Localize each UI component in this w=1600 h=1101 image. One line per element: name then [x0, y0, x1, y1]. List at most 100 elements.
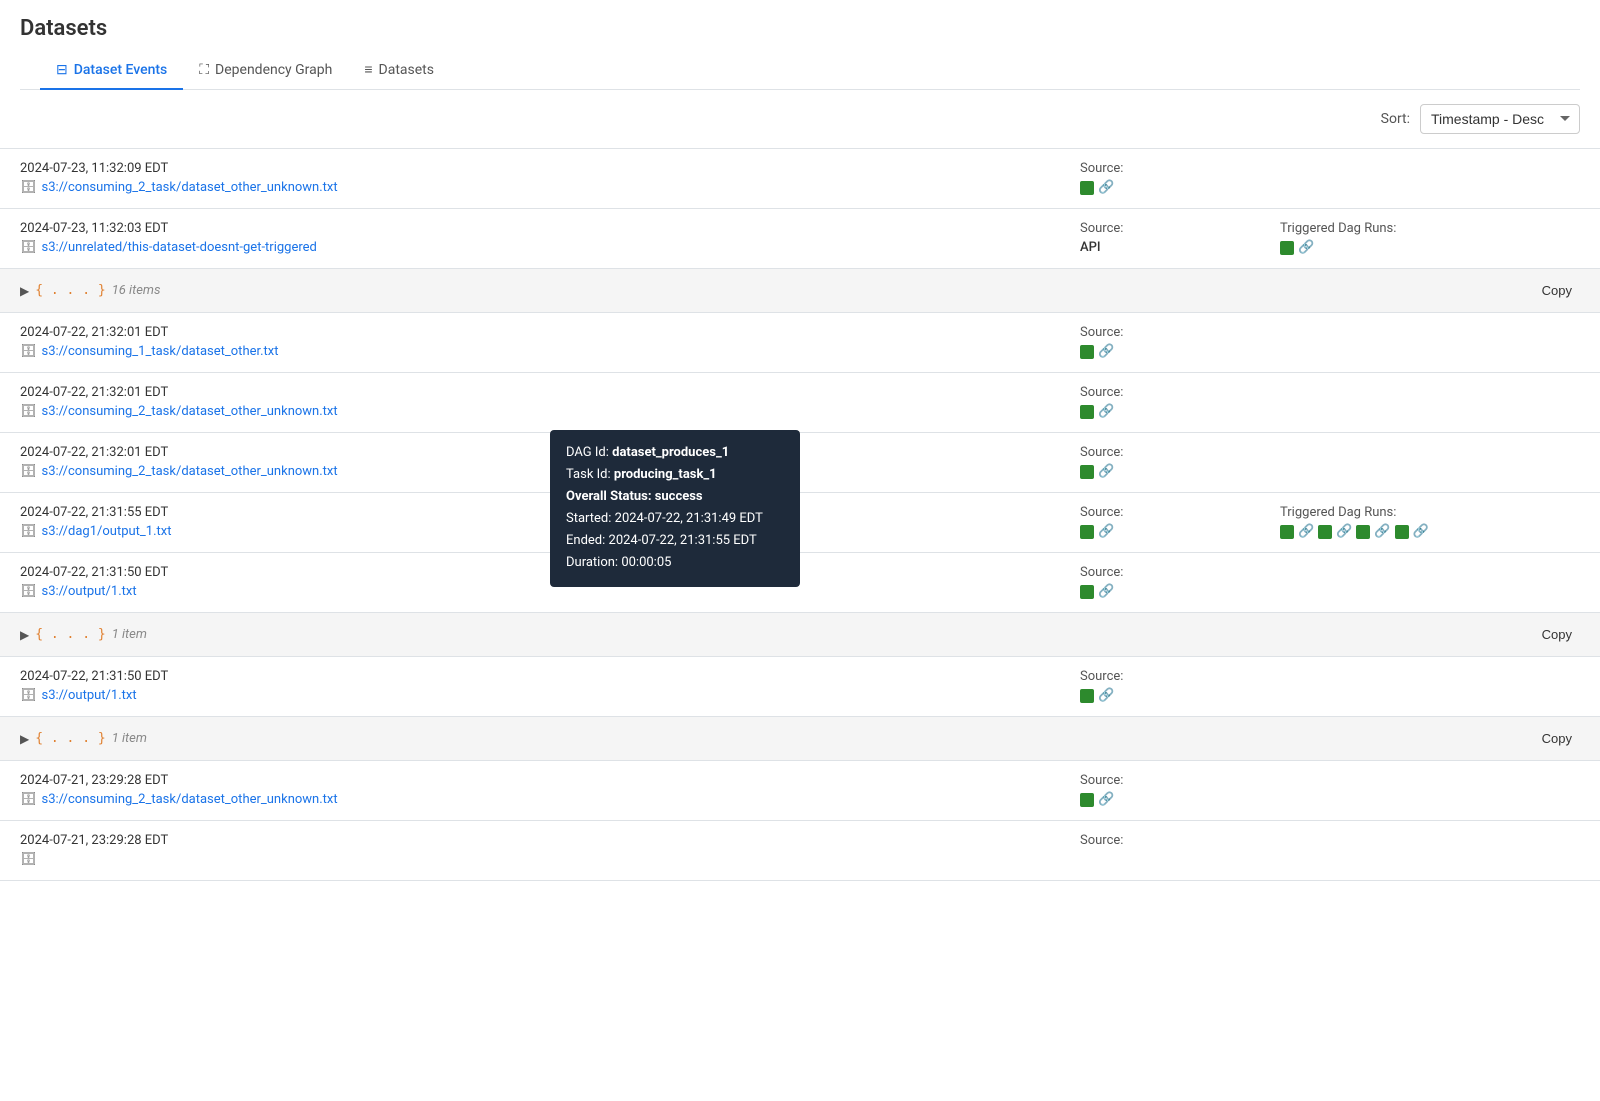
- dataset-link[interactable]: s3://consuming_2_task/dataset_other_unkn…: [42, 404, 338, 419]
- dag-run-tooltip: DAG Id: dataset_produces_1 Task Id: prod…: [550, 430, 800, 587]
- expand-arrow-icon: ▶: [20, 628, 29, 642]
- copy-button[interactable]: Copy: [1534, 279, 1580, 302]
- event-row: 2024-07-22, 21:31:50 EDT 🗄 s3://output/1…: [0, 553, 1600, 613]
- source-badges: API: [1080, 240, 1280, 255]
- tooltip-duration: Duration: 00:00:05: [566, 552, 784, 574]
- link-icon[interactable]: 🔗: [1298, 240, 1314, 255]
- dataset-db-icon: 🗄: [20, 792, 37, 807]
- event-info: 2024-07-22, 21:32:01 EDT 🗄 s3://consumin…: [20, 385, 1080, 419]
- dataset-link[interactable]: s3://consuming_1_task/dataset_other.txt: [42, 344, 279, 359]
- source-col: Source: 🔗: [1080, 669, 1280, 703]
- items-count: 1 item: [112, 731, 147, 746]
- dataset-link[interactable]: s3://output/1.txt: [42, 584, 137, 599]
- tab-dependency-graph[interactable]: ⛶ Dependency Graph: [183, 51, 348, 90]
- status-badge-green: [1080, 465, 1094, 479]
- sort-label: Sort:: [1381, 111, 1410, 127]
- copy-button[interactable]: Copy: [1534, 727, 1580, 750]
- source-badges: 🔗: [1080, 464, 1280, 479]
- dataset-link[interactable]: s3://consuming_2_task/dataset_other_unkn…: [42, 792, 338, 807]
- source-col: Source: 🔗: [1080, 161, 1280, 195]
- link-icon[interactable]: 🔗: [1098, 180, 1114, 195]
- source-api-value: API: [1080, 240, 1101, 255]
- event-dataset: 🗄 s3://unrelated/this-dataset-doesnt-get…: [20, 240, 1080, 255]
- tooltip-task-id: Task Id: producing_task_1: [566, 464, 784, 486]
- source-col: Source: 🔗: [1080, 385, 1280, 419]
- link-icon[interactable]: 🔗: [1374, 524, 1390, 539]
- link-icon[interactable]: 🔗: [1098, 404, 1114, 419]
- tooltip-ended: Ended: 2024-07-22, 21:31:55 EDT: [566, 530, 784, 552]
- status-badge-green: [1080, 793, 1094, 807]
- event-info: 2024-07-23, 11:32:03 EDT 🗄 s3://unrelate…: [20, 221, 1080, 255]
- event-info: 2024-07-23, 11:32:09 EDT 🗄 s3://consumin…: [20, 161, 1080, 195]
- event-row: 2024-07-22, 21:32:01 EDT 🗄 s3://consumin…: [0, 313, 1600, 373]
- event-timestamp: 2024-07-23, 11:32:09 EDT: [20, 161, 1080, 176]
- event-timestamp: 2024-07-23, 11:32:03 EDT: [20, 221, 1080, 236]
- status-badge-green: [1080, 181, 1094, 195]
- page-title: Datasets: [20, 16, 1580, 41]
- link-icon[interactable]: 🔗: [1098, 792, 1114, 807]
- dataset-link[interactable]: s3://dag1/output_1.txt: [42, 524, 172, 539]
- dataset-db-icon: 🗄: [20, 688, 37, 703]
- collapsed-content: ▶ { . . . } 1 item: [20, 731, 147, 746]
- source-col: Source: 🔗: [1080, 505, 1280, 539]
- link-icon[interactable]: 🔗: [1298, 524, 1314, 539]
- tab-dataset-events[interactable]: ⊟ Dataset Events: [40, 51, 183, 90]
- dataset-link[interactable]: s3://consuming_2_task/dataset_other_unkn…: [42, 180, 338, 195]
- collapsed-row[interactable]: ▶ { . . . } 16 items Copy: [0, 269, 1600, 313]
- triggered-col: Triggered Dag Runs: 🔗: [1280, 221, 1580, 255]
- source-col: Source: 🔗: [1080, 565, 1280, 599]
- source-col: Source: 🔗: [1080, 773, 1280, 807]
- event-row: 2024-07-23, 11:32:09 EDT 🗄 s3://consumin…: [0, 149, 1600, 209]
- source-badges: 🔗: [1080, 584, 1280, 599]
- source-col: Source: API: [1080, 221, 1280, 255]
- event-dataset: 🗄 s3://consuming_2_task/dataset_other_un…: [20, 404, 1080, 419]
- link-icon[interactable]: 🔗: [1098, 464, 1114, 479]
- event-row: 2024-07-22, 21:31:50 EDT 🗄 s3://output/1…: [0, 657, 1600, 717]
- brace-dots: { . . . }: [35, 731, 105, 746]
- event-info: 2024-07-22, 21:31:50 EDT 🗄 s3://output/1…: [20, 669, 1080, 703]
- dataset-link[interactable]: s3://output/1.txt: [42, 688, 137, 703]
- source-badges: 🔗: [1080, 344, 1280, 359]
- event-timestamp: 2024-07-21, 23:29:28 EDT: [20, 833, 1080, 848]
- source-badges: 🔗: [1080, 404, 1280, 419]
- source-badges: 🔗: [1080, 524, 1280, 539]
- event-row: 2024-07-23, 11:32:03 EDT 🗄 s3://unrelate…: [0, 209, 1600, 269]
- status-badge-green: [1080, 345, 1094, 359]
- copy-button[interactable]: Copy: [1534, 623, 1580, 646]
- event-dataset: 🗄 s3://consuming_2_task/dataset_other_un…: [20, 180, 1080, 195]
- link-icon[interactable]: 🔗: [1413, 524, 1429, 539]
- event-dataset: 🗄 s3://consuming_2_task/dataset_other_un…: [20, 792, 1080, 807]
- link-icon[interactable]: 🔗: [1098, 584, 1114, 599]
- event-row: 2024-07-21, 23:29:28 EDT 🗄 s3://consumin…: [0, 761, 1600, 821]
- items-count: 1 item: [112, 627, 147, 642]
- event-info: 2024-07-22, 21:32:01 EDT 🗄 s3://consumin…: [20, 325, 1080, 359]
- tab-datasets[interactable]: ≡ Datasets: [348, 51, 450, 90]
- source-badges: 🔗: [1080, 180, 1280, 195]
- source-col: Source: 🔗: [1080, 325, 1280, 359]
- collapsed-row[interactable]: ▶ { . . . } 1 item Copy: [0, 717, 1600, 761]
- link-icon[interactable]: 🔗: [1098, 688, 1114, 703]
- dataset-link[interactable]: s3://consuming_2_task/dataset_other_unkn…: [42, 464, 338, 479]
- source-badges: 🔗: [1080, 688, 1280, 703]
- brace-dots: { . . . }: [35, 283, 105, 298]
- sort-select[interactable]: Timestamp - Desc Timestamp - Asc: [1420, 104, 1580, 134]
- source-col: Source:: [1080, 833, 1280, 852]
- collapsed-row[interactable]: ▶ { . . . } 1 item Copy: [0, 613, 1600, 657]
- event-timestamp: 2024-07-21, 23:29:28 EDT: [20, 773, 1080, 788]
- tooltip-dag-id-value: dataset_produces_1: [612, 445, 729, 460]
- status-badge-green: [1080, 585, 1094, 599]
- brace-dots: { . . . }: [35, 627, 105, 642]
- source-col: Source: 🔗: [1080, 445, 1280, 479]
- link-icon[interactable]: 🔗: [1098, 344, 1114, 359]
- event-info: 2024-07-21, 23:29:28 EDT 🗄 s3://consumin…: [20, 773, 1080, 807]
- collapsed-content: ▶ { . . . } 16 items: [20, 283, 161, 298]
- status-badge-green: [1080, 525, 1094, 539]
- event-timestamp: 2024-07-22, 21:31:50 EDT: [20, 669, 1080, 684]
- status-badge-green: [1080, 405, 1094, 419]
- dataset-link[interactable]: s3://unrelated/this-dataset-doesnt-get-t…: [42, 240, 317, 255]
- link-icon[interactable]: 🔗: [1098, 524, 1114, 539]
- expand-arrow-icon: ▶: [20, 732, 29, 746]
- event-dataset: 🗄: [20, 852, 1080, 867]
- triggered-badge: [1318, 525, 1332, 539]
- link-icon[interactable]: 🔗: [1336, 524, 1352, 539]
